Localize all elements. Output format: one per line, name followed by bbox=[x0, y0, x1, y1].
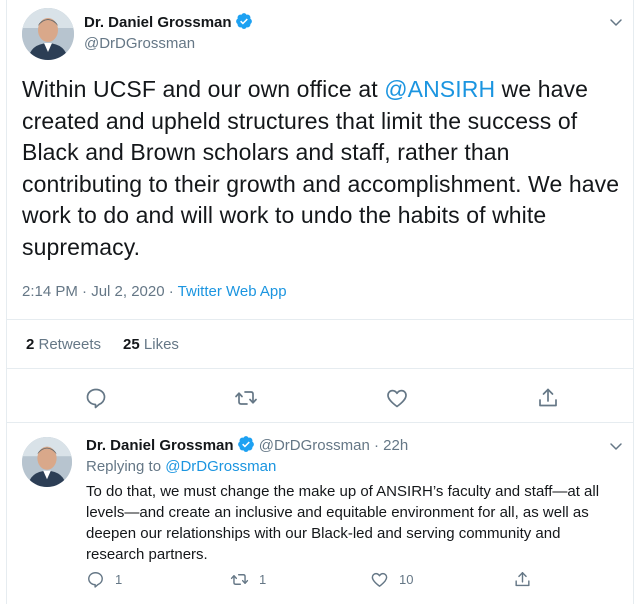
verified-badge-icon bbox=[237, 435, 255, 457]
reply-text: To do that, we must change the make up o… bbox=[86, 483, 600, 563]
avatar[interactable] bbox=[22, 437, 72, 487]
retweet-icon bbox=[230, 574, 249, 585]
tweet-text: Within UCSF and our own office at @ANSIR… bbox=[22, 74, 622, 263]
meta-separator: · bbox=[164, 283, 178, 300]
likes-label: Likes bbox=[139, 336, 179, 353]
retweet-action[interactable]: 1 bbox=[230, 570, 266, 589]
likes-stat[interactable]: 25 Likes bbox=[123, 336, 179, 353]
tweet-text-part: we have created and upheld structures th… bbox=[22, 76, 620, 260]
divider bbox=[7, 422, 633, 423]
divider bbox=[7, 368, 633, 369]
author-header: Dr. Daniel Grossman bbox=[84, 12, 253, 35]
likes-count: 25 bbox=[123, 336, 140, 353]
avatar-photo-icon bbox=[22, 8, 74, 60]
engagement-stats: 2 Retweets 25 Likes bbox=[26, 336, 179, 353]
author-name[interactable]: Dr. Daniel Grossman bbox=[86, 437, 234, 454]
heart-icon bbox=[371, 572, 388, 587]
replying-to: Replying to @DrDGrossman bbox=[86, 458, 276, 475]
tweet-source[interactable]: Twitter Web App bbox=[178, 283, 287, 300]
reply-author-header: Dr. Daniel Grossman @DrDGrossman · 22h bbox=[86, 435, 408, 457]
avatar-photo-icon bbox=[22, 437, 72, 487]
share-icon bbox=[515, 572, 530, 587]
retweets-stat[interactable]: 2 Retweets bbox=[26, 336, 101, 353]
reply-icon[interactable] bbox=[84, 386, 108, 410]
tweet-text-part: Within UCSF and our own office at bbox=[22, 76, 385, 102]
author-handle[interactable]: @DrDGrossman bbox=[259, 437, 370, 454]
retweet-count: 1 bbox=[259, 572, 267, 587]
author-name[interactable]: Dr. Daniel Grossman bbox=[84, 14, 232, 31]
tweet-timestamp[interactable]: 2:14 PM · Jul 2, 2020 bbox=[22, 283, 165, 300]
replying-label: Replying to bbox=[86, 458, 166, 475]
chevron-down-icon[interactable] bbox=[608, 14, 624, 30]
share-icon[interactable] bbox=[536, 386, 560, 410]
like-action[interactable]: 10 bbox=[370, 570, 413, 589]
replying-to-link[interactable]: @DrDGrossman bbox=[165, 458, 276, 475]
avatar[interactable] bbox=[22, 8, 74, 60]
verified-badge-icon bbox=[235, 12, 253, 35]
share-action[interactable] bbox=[513, 570, 542, 589]
reply-count: 1 bbox=[115, 572, 123, 587]
reply-time[interactable]: · 22h bbox=[370, 437, 408, 454]
reply-icon bbox=[88, 572, 103, 588]
retweets-label: Retweets bbox=[34, 336, 102, 353]
like-count: 10 bbox=[399, 572, 414, 587]
mention-link[interactable]: @ANSIRH bbox=[384, 76, 495, 102]
chevron-down-icon[interactable] bbox=[608, 438, 624, 454]
tweet-meta: 2:14 PM · Jul 2, 2020 · Twitter Web App bbox=[22, 283, 287, 300]
heart-icon[interactable] bbox=[385, 386, 409, 410]
retweet-icon[interactable] bbox=[234, 386, 258, 410]
author-handle[interactable]: @DrDGrossman bbox=[84, 35, 195, 52]
reply-action[interactable]: 1 bbox=[86, 570, 122, 589]
divider bbox=[7, 319, 633, 320]
